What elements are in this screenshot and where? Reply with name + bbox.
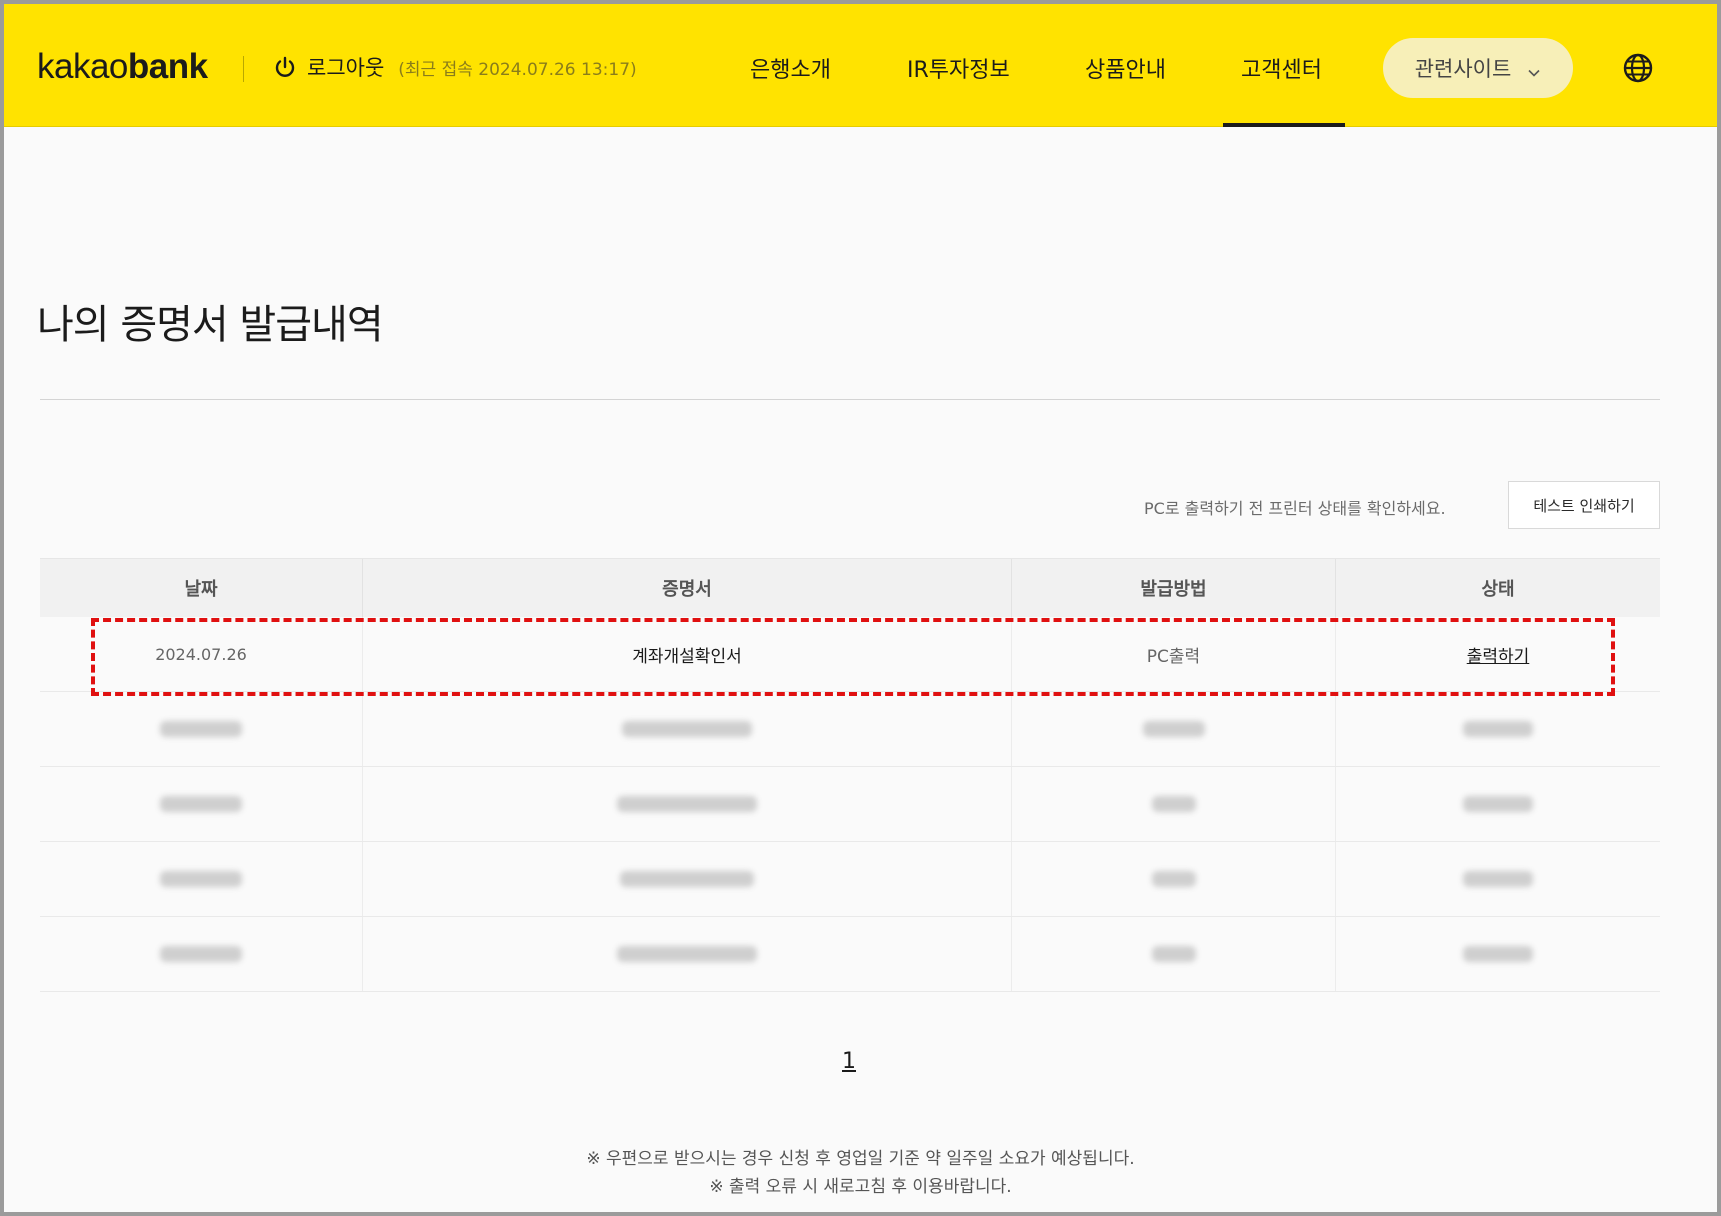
page-title: 나의 증명서 발급내역 — [37, 302, 384, 348]
blurred-text — [160, 796, 242, 812]
cell-method: PC출력 — [1012, 617, 1336, 691]
blurred-cell — [363, 767, 1012, 841]
print-link[interactable]: 출력하기 — [1467, 642, 1530, 667]
table-row-blurred — [40, 767, 1660, 842]
blurred-text — [1463, 946, 1533, 962]
logo-bank: bank — [127, 47, 208, 86]
cell-status: 출력하기 — [1336, 617, 1660, 691]
blurred-text — [1151, 946, 1196, 962]
power-icon — [273, 55, 297, 79]
blurred-text — [1142, 721, 1205, 737]
nav-active-indicator — [1223, 123, 1345, 127]
header-divider — [243, 56, 244, 82]
column-header-method: 발급방법 — [1012, 559, 1336, 617]
logo-kakao: kakao — [37, 47, 128, 86]
cell-certificate: 계좌개설확인서 — [363, 617, 1012, 691]
browser-frame: kakaobank 로그아웃 (최근 접속 2024.07.26 13:17) … — [0, 0, 1721, 1216]
blurred-text — [160, 721, 242, 737]
blurred-text — [1463, 871, 1533, 887]
table-row-blurred — [40, 842, 1660, 917]
blurred-text — [160, 946, 242, 962]
nav-customer-center[interactable]: 고객센터 — [1241, 52, 1322, 84]
kakaobank-logo[interactable]: kakaobank — [37, 47, 208, 87]
related-sites-dropdown[interactable]: 관련사이트 — [1383, 38, 1573, 98]
blurred-cell — [1336, 917, 1660, 991]
top-header: kakaobank 로그아웃 (최근 접속 2024.07.26 13:17) … — [4, 4, 1717, 127]
blurred-cell — [363, 917, 1012, 991]
blurred-cell — [1336, 767, 1660, 841]
test-print-button[interactable]: 테스트 인쇄하기 — [1508, 481, 1660, 529]
column-header-date: 날짜 — [40, 559, 363, 617]
blurred-cell — [40, 692, 363, 766]
nav-products[interactable]: 상품안내 — [1085, 52, 1166, 84]
blurred-cell — [1012, 917, 1336, 991]
certificate-table: 날짜 증명서 발급방법 상태 2024.07.26 계좌개설확인서 PC출력 출… — [40, 558, 1660, 992]
table-header: 날짜 증명서 발급방법 상태 — [40, 558, 1660, 617]
nav-ir-info[interactable]: IR투자정보 — [907, 52, 1010, 84]
blurred-text — [622, 721, 752, 737]
blurred-cell — [1012, 692, 1336, 766]
blurred-text — [1463, 796, 1533, 812]
blurred-cell — [1012, 842, 1336, 916]
column-header-certificate: 증명서 — [363, 559, 1012, 617]
blurred-cell — [363, 692, 1012, 766]
blurred-cell — [1336, 692, 1660, 766]
blurred-text — [1463, 721, 1533, 737]
pagination-page-1[interactable]: 1 — [842, 1049, 856, 1074]
notice-line-refresh: ※ 출력 오류 시 새로고침 후 이용바랍니다. — [709, 1177, 1012, 1197]
blurred-cell — [40, 842, 363, 916]
column-header-status: 상태 — [1481, 579, 1515, 600]
cell-date: 2024.07.26 — [40, 617, 363, 691]
table-row: 2024.07.26 계좌개설확인서 PC출력 출력하기 — [40, 617, 1660, 692]
blurred-text — [1151, 871, 1196, 887]
logout-label: 로그아웃 — [307, 56, 385, 80]
related-sites-label: 관련사이트 — [1414, 57, 1512, 81]
blurred-text — [617, 796, 757, 812]
blurred-text — [620, 871, 754, 887]
nav-bank-intro[interactable]: 은행소개 — [750, 52, 831, 84]
blurred-cell — [363, 842, 1012, 916]
chevron-down-icon — [1527, 61, 1541, 77]
notice-text: ※ 우편으로 받으시는 경우 신청 후 영업일 기준 약 일주일 소요가 예상됩… — [4, 1145, 1717, 1201]
logout-button[interactable]: 로그아웃 (최근 접속 2024.07.26 13:17) — [273, 52, 637, 82]
table-row-blurred — [40, 917, 1660, 992]
blurred-cell — [40, 767, 363, 841]
table-row-blurred — [40, 692, 1660, 767]
notice-line-mail: ※ 우편으로 받으시는 경우 신청 후 영업일 기준 약 일주일 소요가 예상됩… — [586, 1149, 1135, 1169]
last-login-time: (최근 접속 2024.07.26 13:17) — [398, 59, 637, 80]
blurred-text — [617, 946, 757, 962]
blurred-text — [160, 871, 242, 887]
blurred-cell — [1336, 842, 1660, 916]
printer-hint-text: PC로 출력하기 전 프린터 상태를 확인하세요. — [1144, 499, 1446, 518]
title-divider — [40, 399, 1660, 400]
blurred-cell — [1012, 767, 1336, 841]
blurred-cell — [40, 917, 363, 991]
globe-icon[interactable] — [1622, 52, 1654, 84]
blurred-text — [1151, 796, 1196, 812]
